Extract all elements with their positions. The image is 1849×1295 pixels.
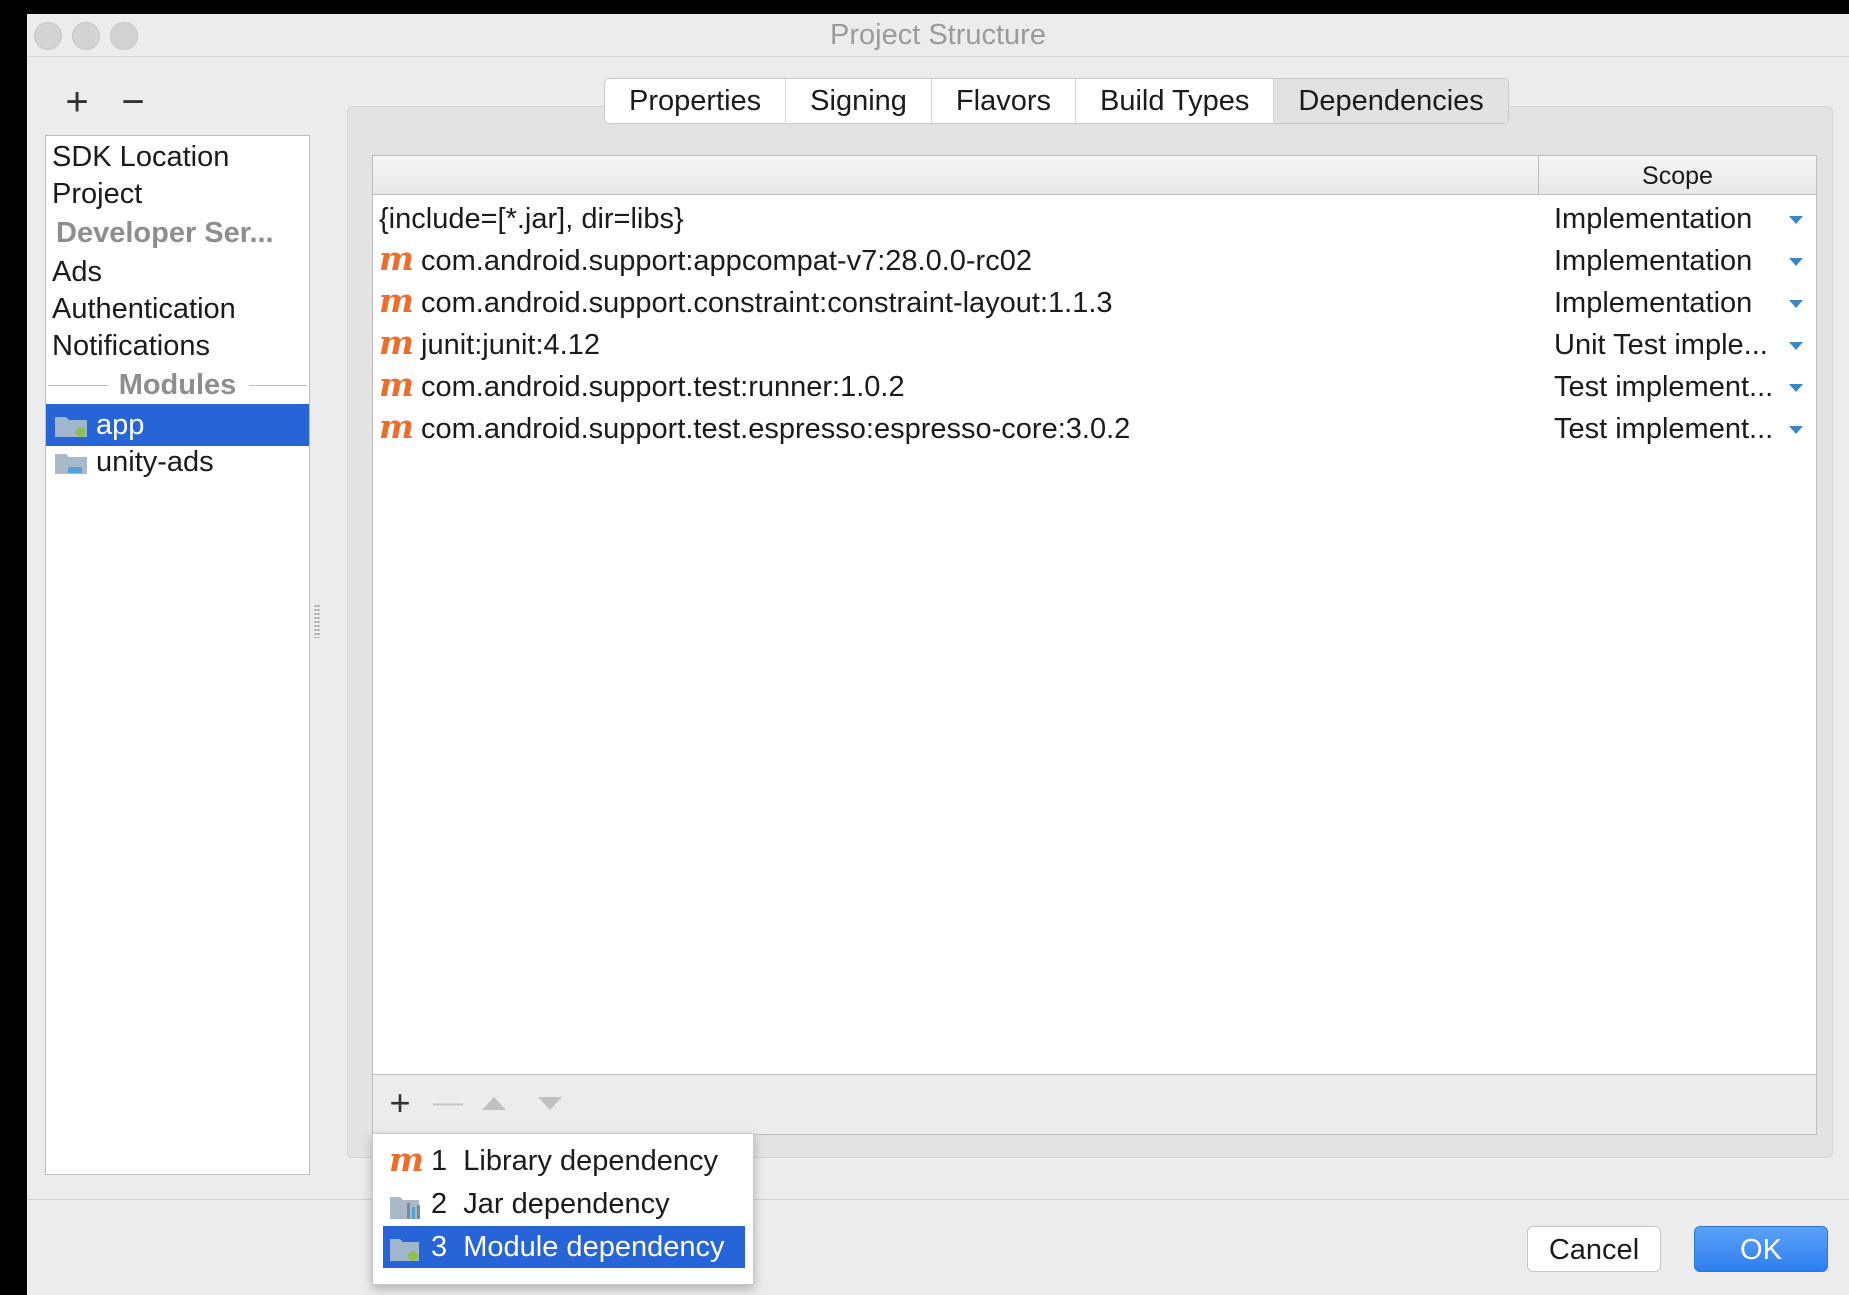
separator-line-right [249, 385, 307, 386]
jar-icon [390, 1197, 420, 1219]
menu-item-library-dependency[interactable]: m 1 Library dependency [383, 1140, 745, 1182]
library-folder-icon [55, 454, 87, 474]
table-row[interactable]: m com.android.support.test.espresso:espr… [373, 404, 1816, 454]
column-header-scope[interactable]: Scope [1539, 156, 1816, 194]
maven-icon: m [389, 1140, 424, 1179]
tab-dependencies[interactable]: Dependencies [1274, 79, 1508, 123]
sidebar-item-authentication[interactable]: Authentication [46, 288, 309, 330]
menu-item-text: 1 Library dependency [431, 1140, 718, 1182]
remove-dependency-button[interactable]: — [429, 1083, 467, 1123]
sidebar-remove-button[interactable]: − [113, 82, 153, 122]
menu-item-text: 3 Module dependency [431, 1226, 724, 1268]
table-header: Scope [373, 156, 1816, 195]
menu-item-text: 2 Jar dependency [431, 1183, 670, 1225]
menu-item-number: 2 [431, 1188, 448, 1220]
sidebar-module-app[interactable]: app [46, 404, 309, 446]
sidebar-item-notifications[interactable]: Notifications [46, 325, 309, 367]
dropdown-arrow-icon[interactable] [1789, 300, 1803, 308]
tab-properties[interactable]: Properties [605, 79, 787, 123]
menu-item-number: 3 [431, 1231, 448, 1263]
sidebar-item-sdk-location[interactable]: SDK Location [46, 136, 309, 178]
menu-item-number: 1 [431, 1145, 448, 1177]
menu-item-module-dependency[interactable]: 3 Module dependency [383, 1226, 745, 1268]
splitter-handle[interactable] [314, 604, 320, 638]
tab-signing[interactable]: Signing [786, 79, 932, 123]
dropdown-arrow-icon[interactable] [1789, 426, 1803, 434]
move-down-button[interactable] [536, 1093, 564, 1113]
dropdown-arrow-icon[interactable] [1789, 216, 1803, 224]
modules-separator: Modules [46, 364, 309, 406]
add-dependency-menu: m 1 Library dependency 2 Jar dependency [372, 1133, 754, 1285]
dependencies-table: Scope {include=[*.jar], dir=libs} Implem… [372, 155, 1817, 1075]
module-label-app: app [96, 409, 145, 441]
sidebar-item-project[interactable]: Project [46, 173, 309, 215]
window-title: Project Structure [830, 19, 1046, 51]
sidebar-module-unity-ads[interactable]: unity-ads [46, 441, 309, 483]
add-dependency-button[interactable]: + [381, 1083, 419, 1123]
title-bar: Project Structure [27, 14, 1849, 57]
footer-separator [27, 1199, 1849, 1200]
move-up-button[interactable] [480, 1093, 508, 1113]
dropdown-arrow-icon[interactable] [1789, 342, 1803, 350]
menu-item-label: Module dependency [463, 1231, 725, 1263]
module-folder-icon [390, 1239, 419, 1261]
tab-build-types[interactable]: Build Types [1076, 79, 1275, 123]
module-label-unity-ads: unity-ads [96, 446, 214, 478]
table-toolbar: + — [372, 1075, 1817, 1135]
menu-item-jar-dependency[interactable]: 2 Jar dependency [383, 1183, 745, 1225]
dropdown-arrow-icon[interactable] [1789, 258, 1803, 266]
maven-icon: m [379, 365, 414, 404]
ok-button[interactable]: OK [1694, 1226, 1828, 1272]
maven-icon: m [379, 323, 414, 362]
maven-icon: m [379, 407, 414, 446]
tab-flavors[interactable]: Flavors [932, 79, 1076, 123]
sidebar-add-button[interactable]: + [57, 82, 97, 122]
scope-select[interactable]: Test implement... [1554, 404, 1773, 454]
maven-icon: m [379, 281, 414, 320]
menu-item-label: Jar dependency [463, 1188, 670, 1220]
sidebar-header-developer-services: Developer Ser... [56, 217, 274, 249]
maven-icon: m [379, 239, 414, 278]
cancel-button[interactable]: Cancel [1527, 1226, 1661, 1272]
project-structure-window: Project Structure + − SDK Location Proje… [27, 14, 1849, 1295]
menu-item-label: Library dependency [463, 1145, 718, 1177]
dropdown-arrow-icon[interactable] [1789, 384, 1803, 392]
sidebar-item-ads[interactable]: Ads [46, 251, 309, 293]
sidebar: SDK Location Project Developer Ser... Ad… [45, 135, 310, 1175]
dependency-name: com.android.support.test.espresso:espres… [421, 413, 1131, 445]
arrow-down-icon [538, 1097, 562, 1110]
module-folder-icon [55, 417, 87, 437]
arrow-up-icon [482, 1097, 506, 1110]
tab-bar: Properties Signing Flavors Build Types D… [604, 78, 1509, 124]
